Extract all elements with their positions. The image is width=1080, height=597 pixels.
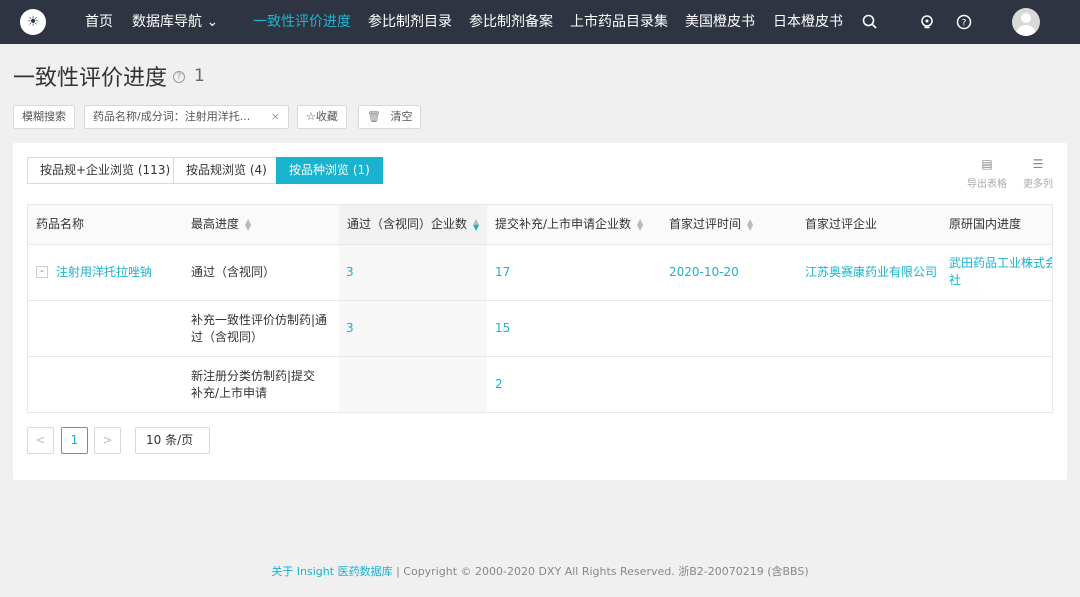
top-nav: ☀ 首页 数据库导航 ⌄ 一致性评价进度 参比制剂目录 参比制剂备案 上市药品目… xyxy=(0,0,1080,44)
tab-by-spec[interactable]: 按品规浏览 (4) xyxy=(173,157,280,184)
passed-count-link[interactable]: 3 xyxy=(346,264,354,281)
favorite-button[interactable]: ☆收藏 xyxy=(297,105,347,129)
more-columns-label: 更多列 xyxy=(1023,179,1053,190)
original-progress-link[interactable]: 武田药品工业株式会社 已获文号 xyxy=(949,255,1052,291)
filter-tag-label: 药品名称/成分词：注射用洋托... xyxy=(93,110,251,123)
header-submitted-count[interactable]: 提交补充/上市申请企业数 ▲ ▼ xyxy=(487,205,661,244)
more-columns-button[interactable]: ☰ 更多列 xyxy=(1016,157,1060,190)
svg-text:?: ? xyxy=(962,19,967,29)
prev-page-button[interactable]: < xyxy=(27,427,54,454)
clear-label: 清空 xyxy=(390,110,413,123)
submitted-count-link[interactable]: 15 xyxy=(495,320,510,337)
progress-cell: 补充一致性评价仿制药|通过（含视同） xyxy=(191,313,328,344)
nav-database[interactable]: 数据库导航 ⌄ xyxy=(132,0,218,44)
footer-copyright: | Copyright © 2000-2020 DXY All Rights R… xyxy=(392,565,809,578)
tab-by-spec-company[interactable]: 按品规+企业浏览 (113) xyxy=(27,157,184,184)
bulb-icon[interactable] xyxy=(918,13,936,31)
header-first-company: 首家过评企业 xyxy=(797,205,941,244)
export-label: 导出表格 xyxy=(967,179,1007,190)
nav-listed-drugs[interactable]: 上市药品目录集 xyxy=(570,0,668,44)
nav-home[interactable]: 首页 xyxy=(85,0,113,44)
next-page-button[interactable]: > xyxy=(94,427,121,454)
filter-tag[interactable]: 药品名称/成分词：注射用洋托... × xyxy=(84,105,289,129)
page-1-button[interactable]: 1 xyxy=(61,427,88,454)
progress-cell: 新注册分类仿制药|提交补充/上市申请 xyxy=(191,369,316,400)
nav-us-orange-book[interactable]: 美国橙皮书 xyxy=(685,0,755,44)
tab-by-variety[interactable]: 按品种浏览 (1) xyxy=(276,157,383,184)
nav-reference-catalog[interactable]: 参比制剂目录 xyxy=(368,0,452,44)
list-icon: ☰ xyxy=(1032,157,1044,171)
submitted-count-link[interactable]: 17 xyxy=(495,264,510,281)
results-table: 药品名称 最高进度 ▲ ▼ 通过（含视同）企业数 ▲ ▼ 提交补充/上市申请企业数 ▲ ▼ … xyxy=(27,204,1053,413)
header-passed-count[interactable]: 通过（含视同）企业数 ▲ ▼ xyxy=(339,205,487,244)
header-drug-name: 药品名称 xyxy=(28,205,183,244)
logo[interactable]: ☀ xyxy=(20,9,46,35)
trash-icon: 🗑 xyxy=(367,110,381,123)
search-icon[interactable] xyxy=(861,13,879,31)
collapse-button[interactable]: - xyxy=(36,266,48,278)
header-original-progress: 原研国内进度 xyxy=(941,205,1052,244)
submitted-count-link[interactable]: 2 xyxy=(495,376,503,393)
drug-name-link[interactable]: 注射用洋托拉唑钠 xyxy=(56,264,152,281)
close-icon[interactable]: × xyxy=(271,106,280,128)
footer: 关于 Insight 医药数据库 | Copyright © 2000-2020… xyxy=(0,563,1080,579)
help-icon[interactable]: ? xyxy=(173,71,185,83)
footer-about-link[interactable]: 关于 Insight 医药数据库 xyxy=(271,565,392,578)
result-count: 1 xyxy=(194,66,205,86)
page-size-select[interactable]: 10 条/页 xyxy=(135,427,210,454)
progress-cell: 通过（含视同） xyxy=(191,265,276,279)
help-icon[interactable]: ? xyxy=(955,13,973,31)
export-icon: ▤ xyxy=(981,157,993,171)
header-first-date[interactable]: 首家过评时间 ▲ ▼ xyxy=(661,205,797,244)
nav-reference-filing[interactable]: 参比制剂备案 xyxy=(469,0,553,44)
nav-consistency-evaluation[interactable]: 一致性评价进度 xyxy=(253,0,351,44)
sort-icon[interactable]: ▲ ▼ xyxy=(747,217,753,231)
sort-icon[interactable]: ▲ ▼ xyxy=(473,217,479,231)
page-title: 一致性评价进度 xyxy=(13,66,168,91)
clear-button[interactable]: 🗑 清空 xyxy=(358,105,422,129)
fuzzy-search-button[interactable]: 模糊搜索 xyxy=(13,105,75,129)
first-company-link[interactable]: 江苏奥赛康药业有限公司 xyxy=(805,264,937,281)
results-card: 按品规+企业浏览 (113) 按品规浏览 (4) 按品种浏览 (1) ▤ 导出表… xyxy=(13,143,1067,480)
passed-count-link[interactable]: 3 xyxy=(346,320,354,337)
sort-icon[interactable]: ▲ ▼ xyxy=(637,217,643,231)
first-date-link[interactable]: 2020-10-20 xyxy=(669,264,739,281)
header-highest-progress[interactable]: 最高进度 ▲ ▼ xyxy=(183,205,339,244)
nav-jp-orange-book[interactable]: 日本橙皮书 xyxy=(773,0,843,44)
export-table-button[interactable]: ▤ 导出表格 xyxy=(965,157,1009,190)
avatar[interactable] xyxy=(1012,8,1040,36)
sort-icon[interactable]: ▲ ▼ xyxy=(245,217,251,231)
